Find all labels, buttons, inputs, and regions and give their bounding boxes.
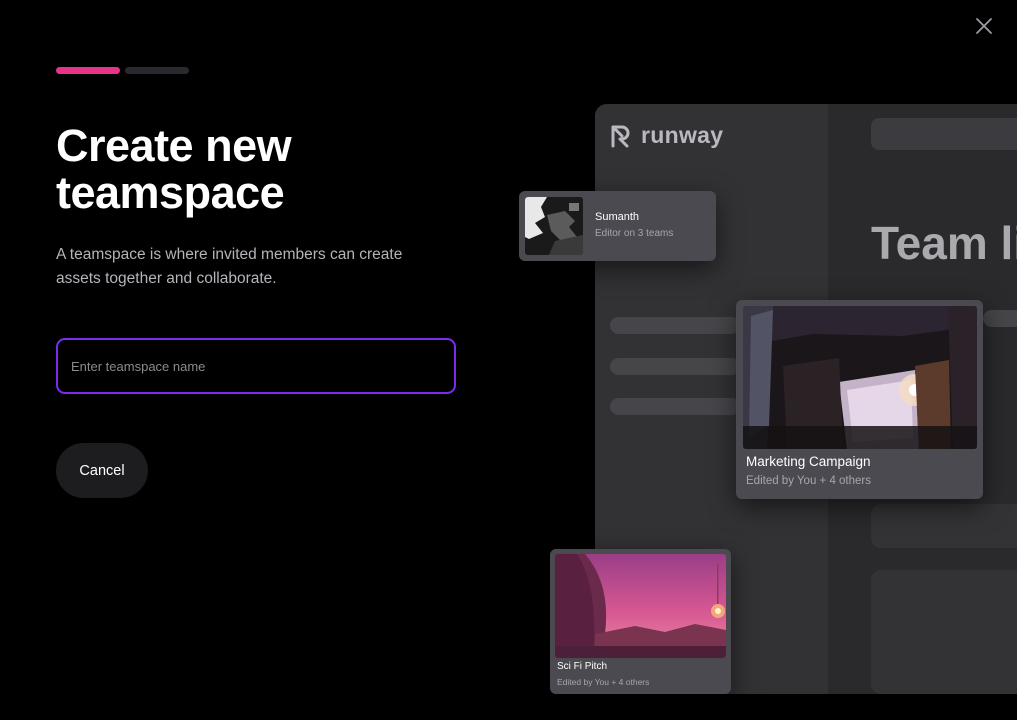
project-subtitle: Edited by You + 4 others: [746, 475, 872, 487]
preview-placeholder-bar: [983, 310, 1017, 327]
preview-placeholder-block: [871, 504, 1017, 548]
sidebar-placeholder-bar: [610, 398, 740, 415]
close-icon: [976, 18, 992, 34]
project-subtitle: Edited by You + 4 others: [557, 677, 650, 687]
runway-logo: runway: [609, 122, 723, 149]
preview-search-bar: [871, 118, 1017, 150]
member-role: Editor on 3 teams: [595, 228, 674, 239]
page-title: Create new teamspace: [56, 120, 292, 218]
member-name: Sumanth: [595, 211, 640, 223]
preview-placeholder-block: [871, 570, 1017, 694]
project-thumbnail: [743, 306, 977, 449]
progress-step-1: [56, 67, 120, 74]
avatar: [525, 197, 583, 255]
sidebar-placeholder-bar: [610, 317, 740, 334]
project-card: Sci Fi Pitch Edited by You + 4 others: [550, 549, 731, 694]
sidebar-placeholder-bar: [610, 358, 740, 375]
step-progress: [56, 67, 189, 74]
preview-heading: Team li: [871, 217, 1017, 269]
progress-step-2: [125, 67, 189, 74]
teamspace-name-input[interactable]: [56, 338, 456, 394]
page-description: A teamspace is where invited members can…: [56, 246, 403, 287]
project-thumbnail: [555, 554, 726, 658]
close-button[interactable]: [971, 13, 997, 39]
cancel-button[interactable]: Cancel: [56, 443, 148, 498]
runway-logo-icon: [611, 125, 630, 147]
project-title: Sci Fi Pitch: [557, 661, 608, 672]
project-title: Marketing Campaign: [746, 454, 871, 469]
project-card: Marketing Campaign Edited by You + 4 oth…: [736, 300, 983, 499]
create-teamspace-modal: Create new teamspace A teamspace is wher…: [0, 0, 1017, 720]
logo-text: runway: [641, 122, 724, 148]
member-card: Sumanth Editor on 3 teams: [519, 191, 716, 261]
